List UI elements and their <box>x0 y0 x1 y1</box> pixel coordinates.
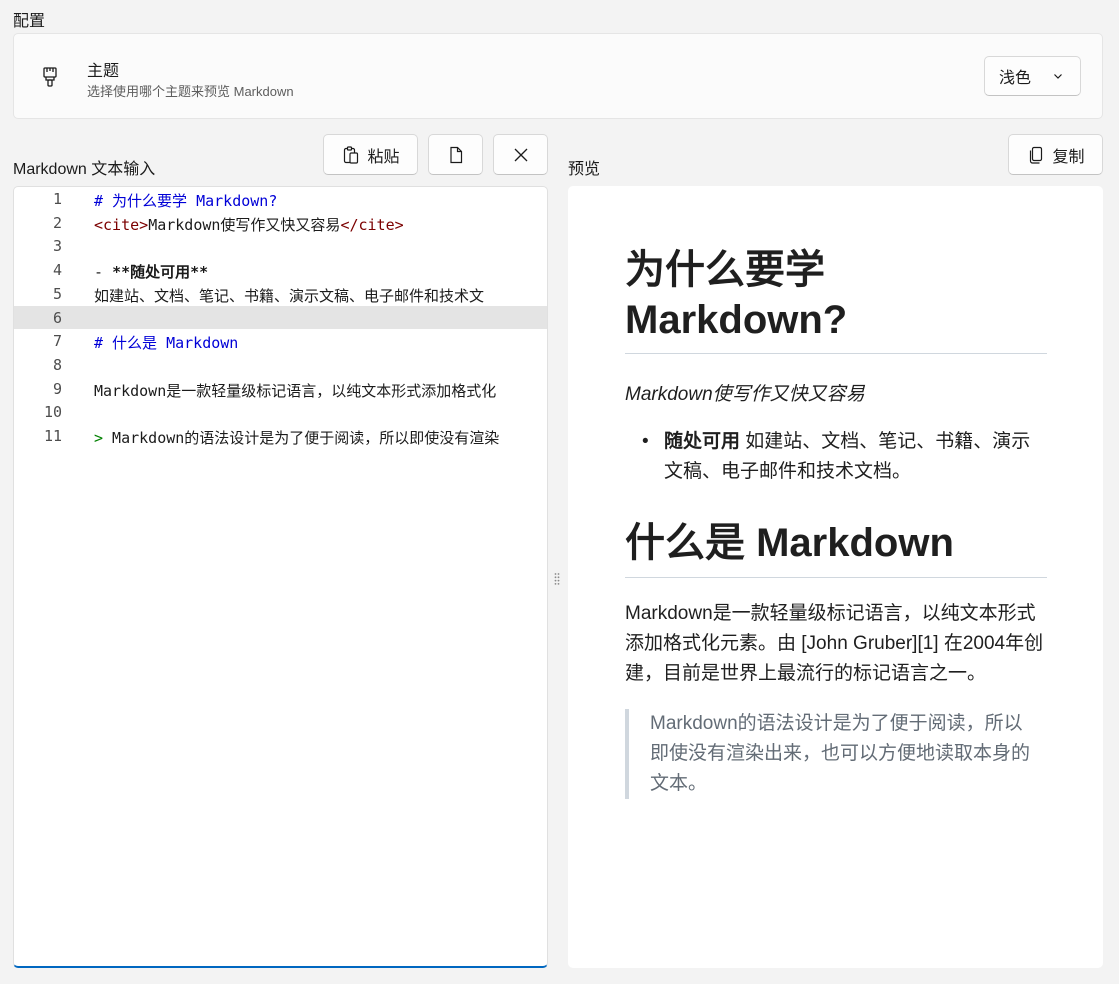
line-text: 如建站、文档、笔记、书籍、演示文稿、电子邮件和技术文 <box>94 286 485 305</box>
theme-dropdown[interactable]: 浅色 <box>984 56 1081 96</box>
code-line: 11 > Markdown的语法设计是为了便于阅读，所以即使没有渲染 <box>14 424 547 448</box>
preview-h2: 什么是 Markdown <box>625 521 954 565</box>
markdown-editor[interactable]: 1 # 为什么要学 Markdown? 2 <cite>Markdown使写作又… <box>13 186 548 968</box>
preview-cite: Markdown使写作又快又容易 <box>625 384 865 405</box>
quote-marker: > <box>94 429 104 447</box>
line-text: # 为什么要学 Markdown? <box>94 192 278 210</box>
line-number: 10 <box>43 403 62 422</box>
line-text: - **随处可用** <box>94 261 208 282</box>
line-text: > Markdown的语法设计是为了便于阅读，所以即使没有渲染 <box>94 427 499 448</box>
markdown-input-label: Markdown 文本输入 <box>13 161 156 178</box>
open-file-button[interactable] <box>428 134 483 175</box>
cite-open-tag: <cite> <box>94 215 149 234</box>
code-line-current: 6 <box>14 305 547 330</box>
paste-icon <box>344 145 359 164</box>
theme-setting-description: 选择使用哪个主题来预览 Markdown <box>87 84 294 99</box>
list-item-strong: 随处可用 <box>664 431 741 452</box>
copy-icon <box>1030 146 1043 164</box>
theme-dropdown-value: 浅色 <box>999 70 1032 87</box>
preview-divider <box>625 353 1047 354</box>
line-number: 2 <box>52 213 62 232</box>
preview-h1-line1: 为什么要学 <box>625 248 825 292</box>
line-number: 1 <box>52 190 62 208</box>
cite-close-tag: </cite> <box>340 215 404 234</box>
cite-content: Markdown使写作又快又容易 <box>148 215 341 234</box>
preview-paragraph: Markdown是一款轻量级标记语言，以纯文本形式添加格式化元素。由 [John… <box>625 603 1044 684</box>
line-number: 4 <box>52 261 62 280</box>
bullet-icon: • <box>642 431 649 452</box>
preview-label: 预览 <box>568 161 601 178</box>
paste-button-label: 粘贴 <box>367 148 400 166</box>
config-section-title: 配置 <box>13 13 46 30</box>
line-text: # 什么是 Markdown <box>94 334 239 353</box>
line-number: 7 <box>52 332 62 351</box>
bold-text: **随处可用** <box>112 263 209 282</box>
chevron-down-icon <box>1054 74 1062 79</box>
quote-text: Markdown的语法设计是为了便于阅读，所以即使没有渲染 <box>103 429 500 447</box>
copy-button-label: 复制 <box>1052 148 1085 166</box>
code-line: 5 如建站、文档、笔记、书籍、演示文稿、电子邮件和技术文 <box>14 282 547 306</box>
document-icon <box>449 146 462 163</box>
line-number: 9 <box>52 379 62 398</box>
code-line: 9 Markdown是一款轻量级标记语言，以纯文本形式添加格式化 <box>14 377 547 401</box>
theme-setting-card: 主题 选择使用哪个主题来预览 Markdown 浅色 <box>13 33 1103 119</box>
paintbrush-icon <box>43 67 57 87</box>
copy-button[interactable]: 复制 <box>1008 134 1103 175</box>
line-number: 8 <box>52 355 62 374</box>
code-line: 10 <box>14 400 547 424</box>
close-icon <box>514 148 527 161</box>
line-text: Markdown是一款轻量级标记语言，以纯文本形式添加格式化 <box>94 381 497 400</box>
line-number: 5 <box>52 284 62 303</box>
clear-button[interactable] <box>493 134 548 175</box>
code-line: 8 <box>14 353 547 377</box>
code-line: 1 # 为什么要学 Markdown? <box>14 187 547 211</box>
preview-blockquote: Markdown的语法设计是为了便于阅读，所以即使没有渲染出来，也可以方便地读取… <box>625 709 1050 799</box>
theme-setting-title: 主题 <box>87 63 120 80</box>
splitter-grip-icon[interactable] <box>554 572 560 586</box>
paste-button[interactable]: 粘贴 <box>323 134 418 175</box>
code-line: 3 <box>14 234 547 258</box>
line-number: 3 <box>52 237 62 256</box>
line-number: 11 <box>43 427 62 445</box>
preview-h1-line2: Markdown? <box>625 298 848 342</box>
code-line: 2 <cite>Markdown使写作又快又容易</cite> <box>14 211 547 235</box>
blockquote-text: Markdown的语法设计是为了便于阅读，所以即使没有渲染出来，也可以方便地读取… <box>650 713 1031 794</box>
markdown-preview: 为什么要学 Markdown? Markdown使写作又快又容易 • 随处可用 … <box>568 186 1103 968</box>
preview-list-item: • 随处可用 如建站、文档、笔记、书籍、演示文稿、电子邮件和技术文档。 <box>642 427 1044 487</box>
line-number: 6 <box>52 308 62 327</box>
code-line: 7 # 什么是 Markdown <box>14 329 547 353</box>
list-marker: - <box>94 263 113 282</box>
preview-divider <box>625 577 1047 578</box>
line-text: <cite>Markdown使写作又快又容易</cite> <box>94 214 404 235</box>
code-line: 4 - **随处可用** <box>14 258 547 282</box>
